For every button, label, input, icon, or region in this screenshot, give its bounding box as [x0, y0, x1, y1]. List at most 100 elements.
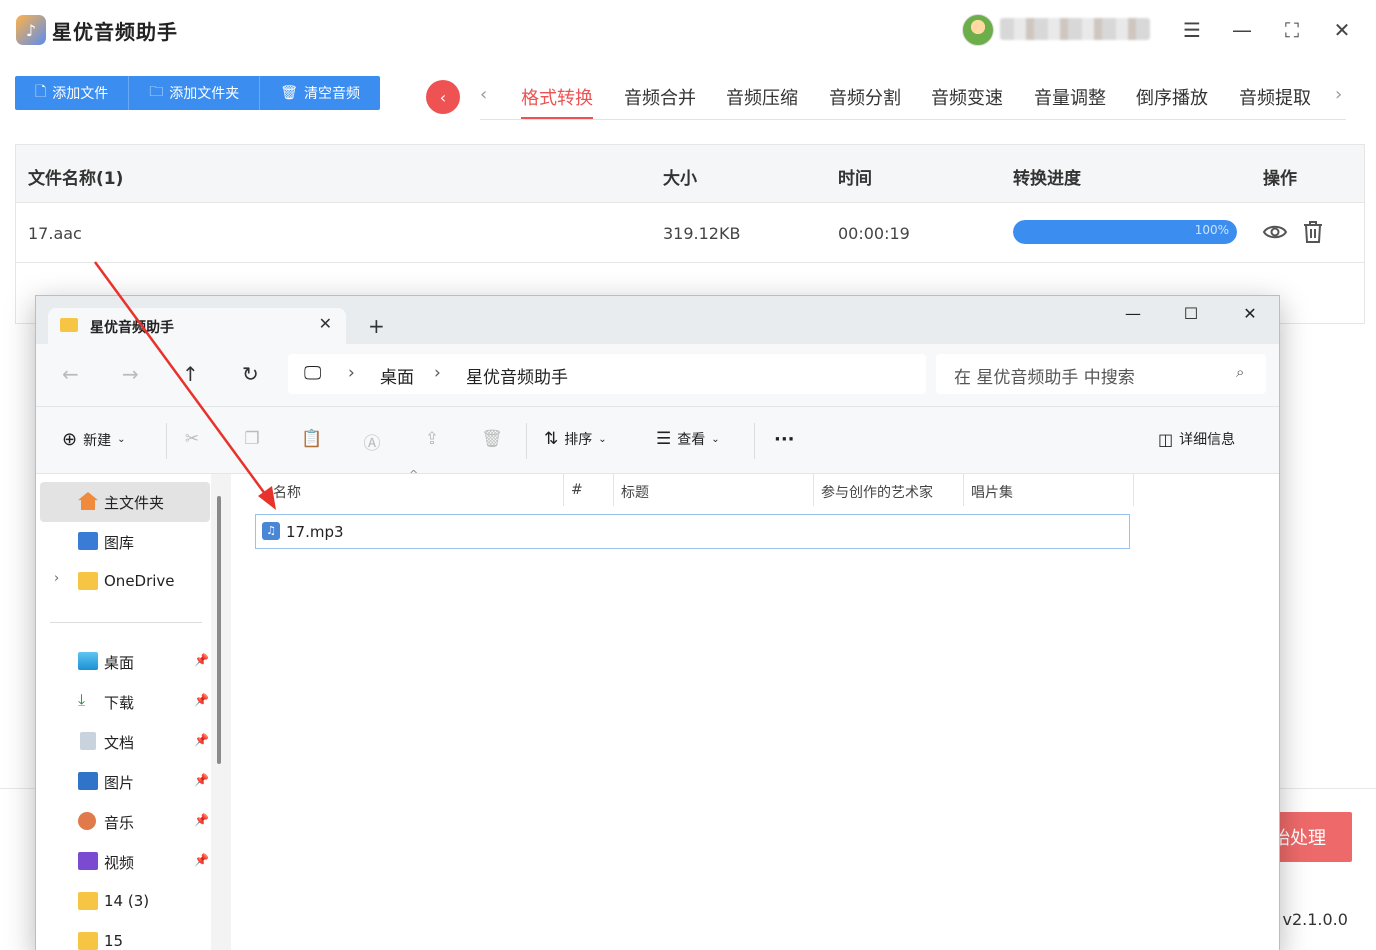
- computer-icon: 🖵: [304, 363, 322, 384]
- add-file-button[interactable]: 🗋 添加文件: [15, 76, 130, 110]
- file-name: 17.mp3: [286, 523, 344, 541]
- sidebar-item-pictures[interactable]: 图片 📌: [40, 762, 210, 802]
- forward-arrow-icon[interactable]: →: [122, 362, 139, 386]
- column-divider[interactable]: [813, 474, 814, 506]
- details-button[interactable]: ◫ 详细信息: [1158, 429, 1235, 449]
- close-tab-icon[interactable]: ✕: [319, 314, 332, 333]
- add-folder-button[interactable]: 🗀 添加文件夹: [129, 76, 261, 110]
- up-arrow-icon[interactable]: ↑: [182, 362, 199, 386]
- cut-icon[interactable]: ✂: [181, 429, 203, 451]
- sidebar-item-downloads[interactable]: ⤓ 下载 📌: [40, 682, 210, 722]
- sort-button[interactable]: ⇅ 排序 ⌄: [544, 429, 607, 449]
- delete-icon[interactable]: [1300, 219, 1326, 245]
- sidebar-item-documents[interactable]: 文档 📌: [40, 722, 210, 762]
- trash-icon: 🗑: [280, 85, 299, 101]
- new-button[interactable]: ⊕ 新建 ⌄: [62, 429, 125, 450]
- address-bar[interactable]: 🖵 › 桌面 › 星优音频助手: [288, 354, 926, 394]
- sidebar-item-label: 14 (3): [104, 892, 150, 910]
- sidebar-item-folder-14[interactable]: 14 (3): [40, 882, 210, 922]
- home-icon: [78, 492, 98, 510]
- tabs-scroll-left-icon[interactable]: ‹: [480, 84, 487, 105]
- settings-sliders-icon[interactable]: ☰: [1180, 18, 1204, 42]
- rename-icon[interactable]: Ⓐ: [361, 429, 383, 454]
- pin-icon[interactable]: 📌: [194, 693, 209, 707]
- back-arrow-icon[interactable]: ←: [62, 362, 79, 386]
- sidebar-item-label: 下载: [104, 694, 135, 712]
- divider: [166, 423, 167, 459]
- divider: [526, 423, 527, 459]
- fullscreen-icon[interactable]: ⛶: [1280, 18, 1304, 42]
- username-blurred: [1000, 18, 1150, 40]
- minimize-icon[interactable]: —: [1118, 304, 1148, 323]
- sidebar-item-label: 音乐: [104, 814, 135, 832]
- sidebar-scrollbar-track[interactable]: [211, 474, 231, 950]
- column-divider[interactable]: [563, 474, 564, 506]
- sort-label: 排序: [564, 432, 593, 448]
- avatar[interactable]: [962, 14, 994, 46]
- breadcrumb-desktop[interactable]: 桌面: [380, 363, 414, 388]
- pin-icon[interactable]: 📌: [194, 813, 209, 827]
- folder-icon: 🗀: [149, 84, 164, 100]
- tab-volume-adjust[interactable]: 音量调整: [1034, 84, 1106, 110]
- paste-icon[interactable]: 📋: [301, 429, 323, 451]
- maximize-icon[interactable]: ☐: [1176, 304, 1206, 323]
- sidebar-item-folder-15[interactable]: 15: [40, 922, 210, 950]
- clear-button[interactable]: 🗑 清空音频: [260, 76, 380, 110]
- plus-circle-icon: ⊕: [62, 429, 78, 450]
- new-tab-icon[interactable]: +: [368, 314, 385, 338]
- breadcrumb-current[interactable]: 星优音频助手: [466, 363, 568, 388]
- col-time: 时间: [838, 169, 872, 189]
- pin-icon[interactable]: 📌: [194, 653, 209, 667]
- sidebar-item-onedrive[interactable]: › OneDrive: [40, 562, 210, 602]
- pin-icon[interactable]: 📌: [194, 773, 209, 787]
- details-label: 详细信息: [1179, 432, 1236, 448]
- share-icon[interactable]: ⇪: [421, 429, 443, 451]
- sidebar-item-videos[interactable]: 视频 📌: [40, 842, 210, 882]
- close-icon[interactable]: ✕: [1235, 304, 1265, 323]
- column-divider[interactable]: [1133, 474, 1134, 506]
- eye-icon[interactable]: [1262, 219, 1288, 245]
- chevron-right-icon: ›: [434, 363, 441, 383]
- column-divider[interactable]: [613, 474, 614, 506]
- tab-audio-speed[interactable]: 音频变速: [931, 84, 1003, 110]
- back-button[interactable]: ‹: [426, 80, 460, 114]
- column-number[interactable]: #: [571, 482, 583, 498]
- list-item[interactable]: ♫ 17.mp3: [255, 514, 1130, 549]
- column-name[interactable]: 名称: [273, 482, 301, 502]
- refresh-icon[interactable]: ↻: [242, 362, 259, 386]
- sidebar-item-gallery[interactable]: 图库: [40, 522, 210, 562]
- close-icon[interactable]: ✕: [1330, 18, 1354, 42]
- sidebar-item-music[interactable]: 音乐 📌: [40, 802, 210, 842]
- audio-file-icon: ♫: [262, 522, 280, 540]
- table-row[interactable]: 17.aac 319.12KB 00:00:19 100%: [16, 203, 1364, 263]
- explorer-tab[interactable]: 星优音频助手 ✕: [48, 308, 346, 344]
- column-artist[interactable]: 参与创作的艺术家: [821, 482, 933, 502]
- column-album[interactable]: 唱片集: [971, 482, 1013, 502]
- delete-icon[interactable]: 🗑: [481, 429, 503, 451]
- sidebar-item-home[interactable]: 主文件夹: [40, 482, 210, 522]
- tab-audio-extract[interactable]: 音频提取: [1239, 84, 1311, 110]
- tab-audio-merge[interactable]: 音频合并: [624, 84, 696, 110]
- more-options-icon[interactable]: ···: [774, 429, 795, 450]
- tab-audio-split[interactable]: 音频分割: [829, 84, 901, 110]
- column-title[interactable]: 标题: [621, 482, 649, 502]
- file-list-pane: ^ 名称 # 标题 参与创作的艺术家 唱片集 ♫ 17.mp3: [231, 468, 1279, 950]
- tab-reverse-play[interactable]: 倒序播放: [1136, 84, 1208, 110]
- sidebar-item-label: 文档: [104, 734, 135, 752]
- pin-icon[interactable]: 📌: [194, 853, 209, 867]
- pin-icon[interactable]: 📌: [194, 733, 209, 747]
- app-logo-icon: ♪: [16, 15, 46, 45]
- column-divider[interactable]: [963, 474, 964, 506]
- col-progress: 转换进度: [1013, 169, 1081, 189]
- tabs-scroll-right-icon[interactable]: ›: [1335, 84, 1342, 105]
- tab-audio-compress[interactable]: 音频压缩: [726, 84, 798, 110]
- minimize-icon[interactable]: —: [1230, 18, 1254, 42]
- sidebar-scrollbar-thumb[interactable]: [217, 496, 221, 764]
- copy-icon[interactable]: ❐: [241, 429, 263, 451]
- tab-format-convert[interactable]: 格式转换: [521, 84, 593, 119]
- sidebar-item-label: 图片: [104, 774, 135, 792]
- sidebar-item-desktop[interactable]: 桌面 📌: [40, 642, 210, 682]
- view-button[interactable]: ☰ 查看 ⌄: [656, 429, 720, 449]
- search-input[interactable]: 在 星优音频助手 中搜索 ⌕: [936, 354, 1266, 394]
- chevron-left-icon: ‹: [439, 87, 447, 107]
